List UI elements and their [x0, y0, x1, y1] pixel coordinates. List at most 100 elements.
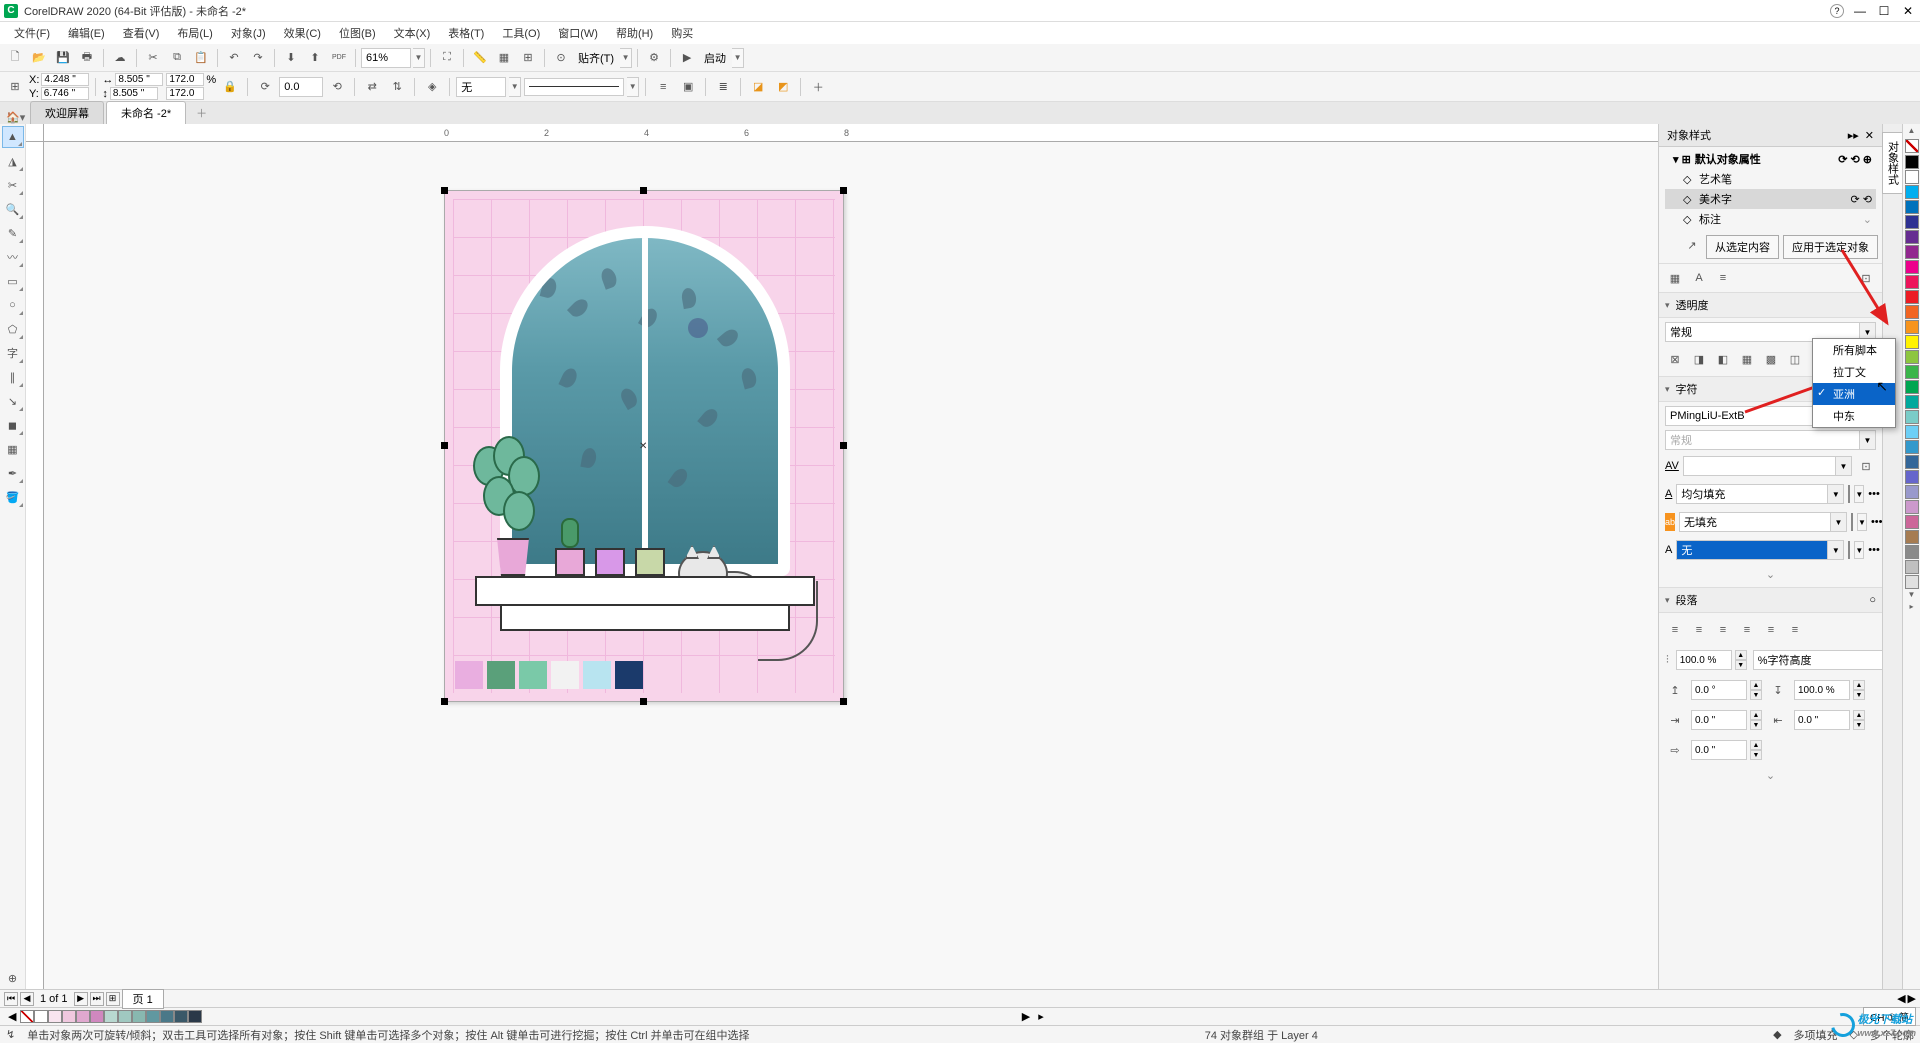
to-front-button[interactable]: ◪	[747, 76, 769, 98]
help-button[interactable]: ?	[1830, 4, 1844, 18]
tree-root[interactable]: ▾ ⊞默认对象属性 ⟳ ⟲ ⊕	[1665, 149, 1876, 169]
menu-effects[interactable]: 效果(C)	[276, 23, 329, 43]
align-full-icon[interactable]: ≡	[1761, 620, 1781, 640]
bgfill-input[interactable]	[1679, 512, 1831, 532]
canvas[interactable]: - -	[44, 142, 1658, 989]
docker-close-icon[interactable]: ✕	[1865, 129, 1874, 142]
menu-layout[interactable]: 布局(L)	[169, 23, 220, 43]
palette-down[interactable]: ▼	[1903, 590, 1920, 602]
save-button[interactable]: 💾	[52, 47, 74, 69]
handle-tl[interactable]	[441, 187, 448, 194]
palette-color-4[interactable]	[1905, 215, 1919, 229]
docpal-color-7[interactable]	[132, 1010, 146, 1023]
x-input[interactable]	[41, 73, 89, 86]
export-button[interactable]: ⬆	[304, 47, 326, 69]
palette-color-26[interactable]	[1905, 545, 1919, 559]
zoom-input[interactable]	[361, 48, 411, 68]
palette-color-10[interactable]	[1905, 305, 1919, 319]
palette-color-0[interactable]	[1905, 155, 1919, 169]
fill-more-button[interactable]: •••	[1868, 488, 1880, 500]
docpal-nav-right[interactable]: ▶	[1018, 1010, 1034, 1023]
palette-color-21[interactable]	[1905, 470, 1919, 484]
docpal-color-3[interactable]	[76, 1010, 90, 1023]
font-style-input[interactable]	[1665, 430, 1860, 450]
line-style-dropdown[interactable]: ▼	[627, 77, 639, 97]
palette-color-15[interactable]	[1905, 380, 1919, 394]
handle-tc[interactable]	[640, 187, 647, 194]
fullscreen-button[interactable]: ⛶	[436, 47, 458, 69]
docpal-none[interactable]	[20, 1010, 34, 1023]
outline-color-box[interactable]	[1848, 541, 1850, 559]
palette-color-1[interactable]	[1905, 170, 1919, 184]
launch-dropdown[interactable]: ▼	[732, 48, 744, 68]
palette-color-2[interactable]	[1905, 185, 1919, 199]
handle-mr[interactable]	[840, 442, 847, 449]
undo-button[interactable]: ↶	[223, 47, 245, 69]
cloud-button[interactable]: ☁	[109, 47, 131, 69]
trans-none-icon[interactable]: ⊠	[1665, 349, 1685, 369]
lock-ratio-button[interactable]: 🔒	[219, 76, 241, 98]
line-style-preview[interactable]	[524, 78, 624, 96]
eyedropper-tool[interactable]: ✒	[2, 462, 24, 484]
docpal-color-2[interactable]	[62, 1010, 76, 1023]
ruler-origin[interactable]	[26, 124, 44, 142]
trans-fountain-icon[interactable]: ◧	[1713, 349, 1733, 369]
outline-more-button[interactable]: •••	[1868, 544, 1880, 556]
palette-color-27[interactable]	[1905, 560, 1919, 574]
tab-char-icon[interactable]: A	[1689, 268, 1709, 288]
outline-color-dropdown[interactable]: ▼	[1854, 541, 1864, 559]
pixman-button[interactable]: ◈	[421, 76, 443, 98]
docpal-color-5[interactable]	[104, 1010, 118, 1023]
snap-dropdown[interactable]: ▼	[620, 48, 632, 68]
docpal-color-4[interactable]	[90, 1010, 104, 1023]
selected-artwork[interactable]: - -	[444, 190, 844, 702]
paste-button[interactable]: 📋	[190, 47, 212, 69]
palette-up[interactable]: ▲	[1903, 126, 1920, 138]
menu-file[interactable]: 文件(F)	[6, 23, 58, 43]
docpal-color-10[interactable]	[174, 1010, 188, 1023]
crop-tool[interactable]: ✂	[2, 174, 24, 196]
align-left-icon[interactable]: ≡	[1665, 620, 1685, 640]
menu-buy[interactable]: 购买	[663, 23, 701, 43]
transparency-tool[interactable]: ▦	[2, 438, 24, 460]
open-button[interactable]: 📂	[28, 47, 50, 69]
menu-tools[interactable]: 工具(O)	[494, 23, 548, 43]
bgfill-more-button[interactable]: •••	[1871, 516, 1882, 528]
menu-view[interactable]: 查看(V)	[115, 23, 168, 43]
launch-icon[interactable]: ▶	[676, 47, 698, 69]
palette-color-14[interactable]	[1905, 365, 1919, 379]
script-opt-latin[interactable]: 拉丁文	[1813, 361, 1895, 383]
script-opt-all[interactable]: 所有脚本	[1813, 339, 1895, 361]
shape-tool[interactable]: ◮	[2, 150, 24, 172]
palette-color-22[interactable]	[1905, 485, 1919, 499]
fill-color-dropdown[interactable]: ▼	[1854, 485, 1864, 503]
align-justify-icon[interactable]: ≡	[1737, 620, 1757, 640]
palette-color-28[interactable]	[1905, 575, 1919, 589]
page-add[interactable]: ⊞	[106, 992, 120, 1006]
outline-dropdown[interactable]: ▼	[509, 77, 521, 97]
left-indent-input[interactable]	[1691, 710, 1747, 730]
page-first[interactable]: ⏮	[4, 992, 18, 1006]
palette-color-19[interactable]	[1905, 440, 1919, 454]
menu-text[interactable]: 文本(X)	[386, 23, 439, 43]
tab-document[interactable]: 未命名 -2*	[106, 101, 186, 124]
bgfill-color-dropdown[interactable]: ▼	[1857, 513, 1867, 531]
from-selection-button[interactable]: 从选定内容	[1706, 235, 1779, 259]
menu-object[interactable]: 对象(J)	[223, 23, 274, 43]
rotate-input[interactable]	[279, 77, 323, 97]
hscroll-left[interactable]: ◀	[1897, 992, 1905, 1005]
bgfill-color-box[interactable]	[1851, 513, 1853, 531]
docpal-color-6[interactable]	[118, 1010, 132, 1023]
tab-welcome[interactable]: 欢迎屏幕	[30, 101, 104, 124]
scalex-input[interactable]	[166, 73, 204, 86]
palette-color-13[interactable]	[1905, 350, 1919, 364]
script-opt-asian[interactable]: ✓亚洲	[1813, 383, 1895, 405]
char-expand[interactable]: ⌄	[1665, 566, 1876, 583]
handle-br[interactable]	[840, 698, 847, 705]
y-input[interactable]	[41, 87, 89, 100]
menu-edit[interactable]: 编辑(E)	[60, 23, 113, 43]
shadow-tool[interactable]: ◼	[2, 414, 24, 436]
grid-button[interactable]: ▦	[493, 47, 515, 69]
align-center-icon[interactable]: ≡	[1689, 620, 1709, 640]
launch-label[interactable]: 启动	[700, 50, 730, 66]
